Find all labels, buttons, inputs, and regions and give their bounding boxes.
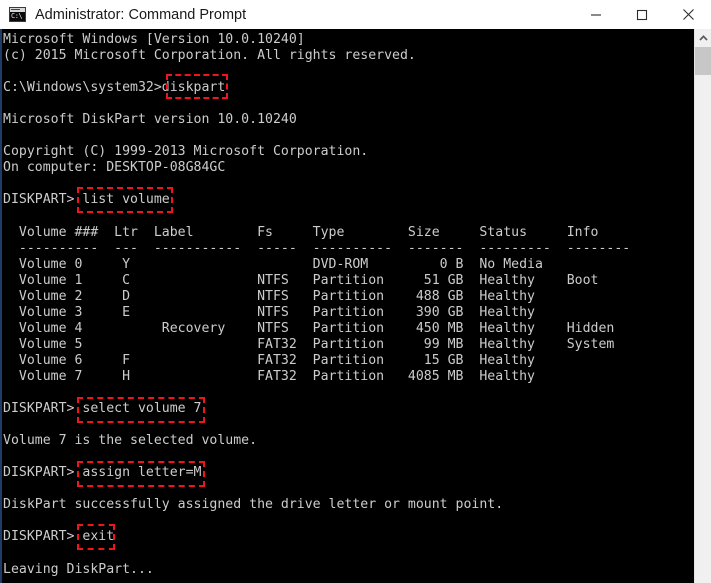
terminal-output-area[interactable]: Microsoft Windows [Version 10.0.10240] (… (0, 29, 694, 583)
console-icon-label: C:\ (11, 12, 22, 21)
window-title: Administrator: Command Prompt (35, 7, 246, 23)
window-controls (573, 0, 711, 29)
window-left-border (0, 29, 2, 583)
close-button[interactable] (665, 0, 711, 29)
maximize-button[interactable] (619, 0, 665, 29)
vertical-scrollbar[interactable] (694, 29, 711, 583)
console-text: Microsoft Windows [Version 10.0.10240] (… (3, 32, 630, 578)
chevron-up-icon[interactable] (695, 29, 711, 46)
title-bar[interactable]: C:\ Administrator: Command Prompt (0, 0, 711, 29)
command-prompt-window: C:\ Administrator: Command Prompt (0, 0, 711, 583)
console-icon: C:\ (9, 7, 26, 22)
scrollbar-thumb[interactable] (695, 47, 711, 75)
minimize-button[interactable] (573, 0, 619, 29)
